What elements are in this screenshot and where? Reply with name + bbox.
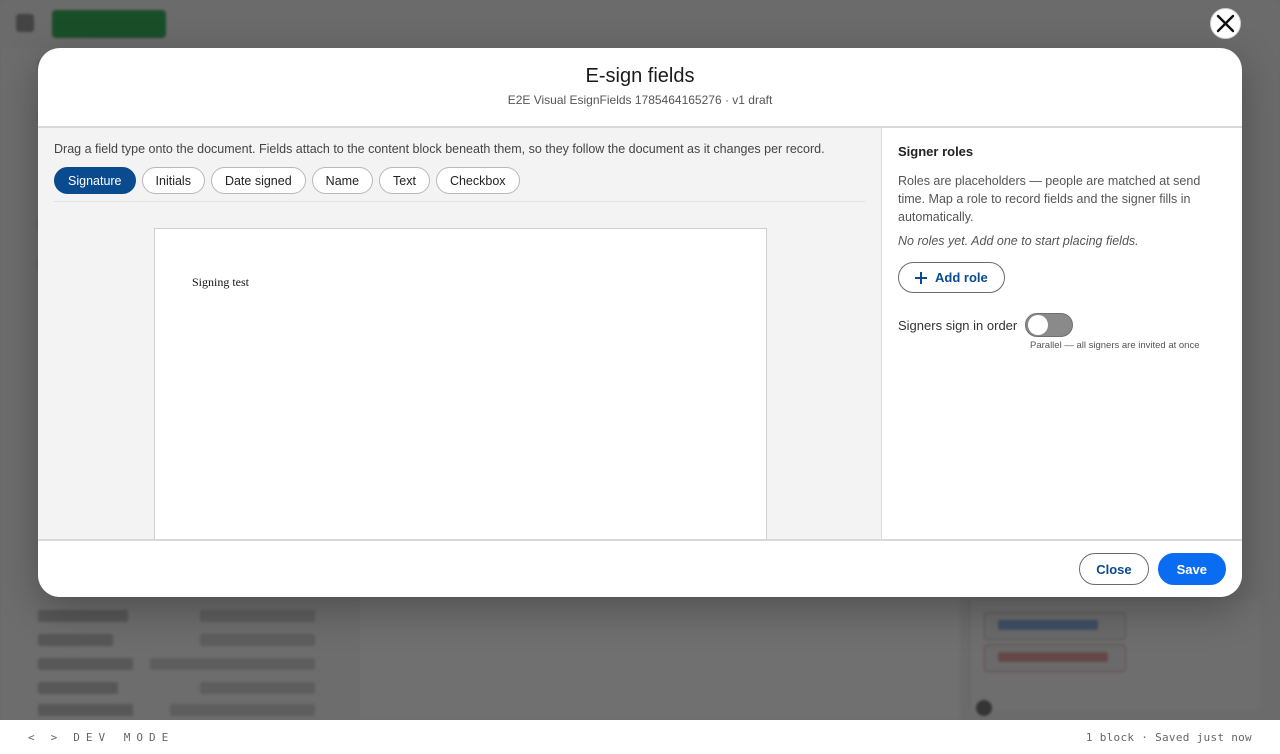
signing-order-row: Signers sign in order <box>898 313 1226 337</box>
plus-icon <box>915 271 927 284</box>
save-status: 1 block · Saved just now <box>1085 730 1252 744</box>
field-type-checkbox[interactable]: Checkbox <box>435 167 520 194</box>
modal-subtitle: E2E Visual EsignFields 1785464165276 · v… <box>507 93 773 107</box>
signer-roles-panel: Signer roles Roles are placeholders — pe… <box>882 128 1242 539</box>
signer-roles-title: Signer roles <box>898 144 974 159</box>
add-role-button[interactable]: Add role <box>898 262 1005 293</box>
esign-fields-modal: E-sign fields E2E Visual EsignFields 178… <box>38 48 1242 597</box>
field-type-initials[interactable]: Initials <box>141 167 205 194</box>
signer-roles-description: Roles are placeholders — people are matc… <box>898 174 1201 224</box>
editor-instructions: Drag a field type onto the document. Fie… <box>54 142 825 156</box>
signing-order-toggle[interactable] <box>1025 313 1074 337</box>
field-type-palette: Signature Initials Date signed Name Text… <box>54 167 520 194</box>
dismiss-modal-button[interactable] <box>1210 8 1241 39</box>
close-icon <box>1216 14 1235 33</box>
field-type-name[interactable]: Name <box>311 167 374 194</box>
field-type-text[interactable]: Text <box>379 167 430 194</box>
close-button[interactable]: Close <box>1079 553 1149 585</box>
document-editor: Drag a field type onto the document. Fie… <box>38 128 882 539</box>
dev-mode-label: DEV MODE <box>73 730 175 744</box>
modal-footer: Close Save <box>38 539 1242 597</box>
modal-title: E-sign fields <box>585 65 695 87</box>
field-type-date-signed[interactable]: Date signed <box>210 167 306 194</box>
signer-roles-empty-state: No roles yet. Add one to start placing f… <box>898 234 1139 248</box>
document-page[interactable]: Signing test <box>154 228 767 539</box>
field-type-signature[interactable]: Signature <box>54 167 136 194</box>
dev-prev-button[interactable]: < <box>28 731 35 744</box>
signing-order-hint: Parallel — all signers are invited at on… <box>1030 340 1200 351</box>
document-text-block: Signing test <box>192 275 250 289</box>
editor-divider <box>54 201 865 202</box>
dev-next-button[interactable]: > <box>51 731 58 744</box>
modal-header: E-sign fields E2E Visual EsignFields 178… <box>38 48 1242 128</box>
save-button[interactable]: Save <box>1157 553 1226 585</box>
add-role-label: Add role <box>935 270 988 285</box>
dev-mode-bar: < > DEV MODE 1 block · Saved just now <box>0 720 1280 754</box>
modal-body: Drag a field type onto the document. Fie… <box>38 128 1242 539</box>
toggle-knob <box>1028 315 1049 335</box>
signing-order-label: Signers sign in order <box>898 317 1018 333</box>
